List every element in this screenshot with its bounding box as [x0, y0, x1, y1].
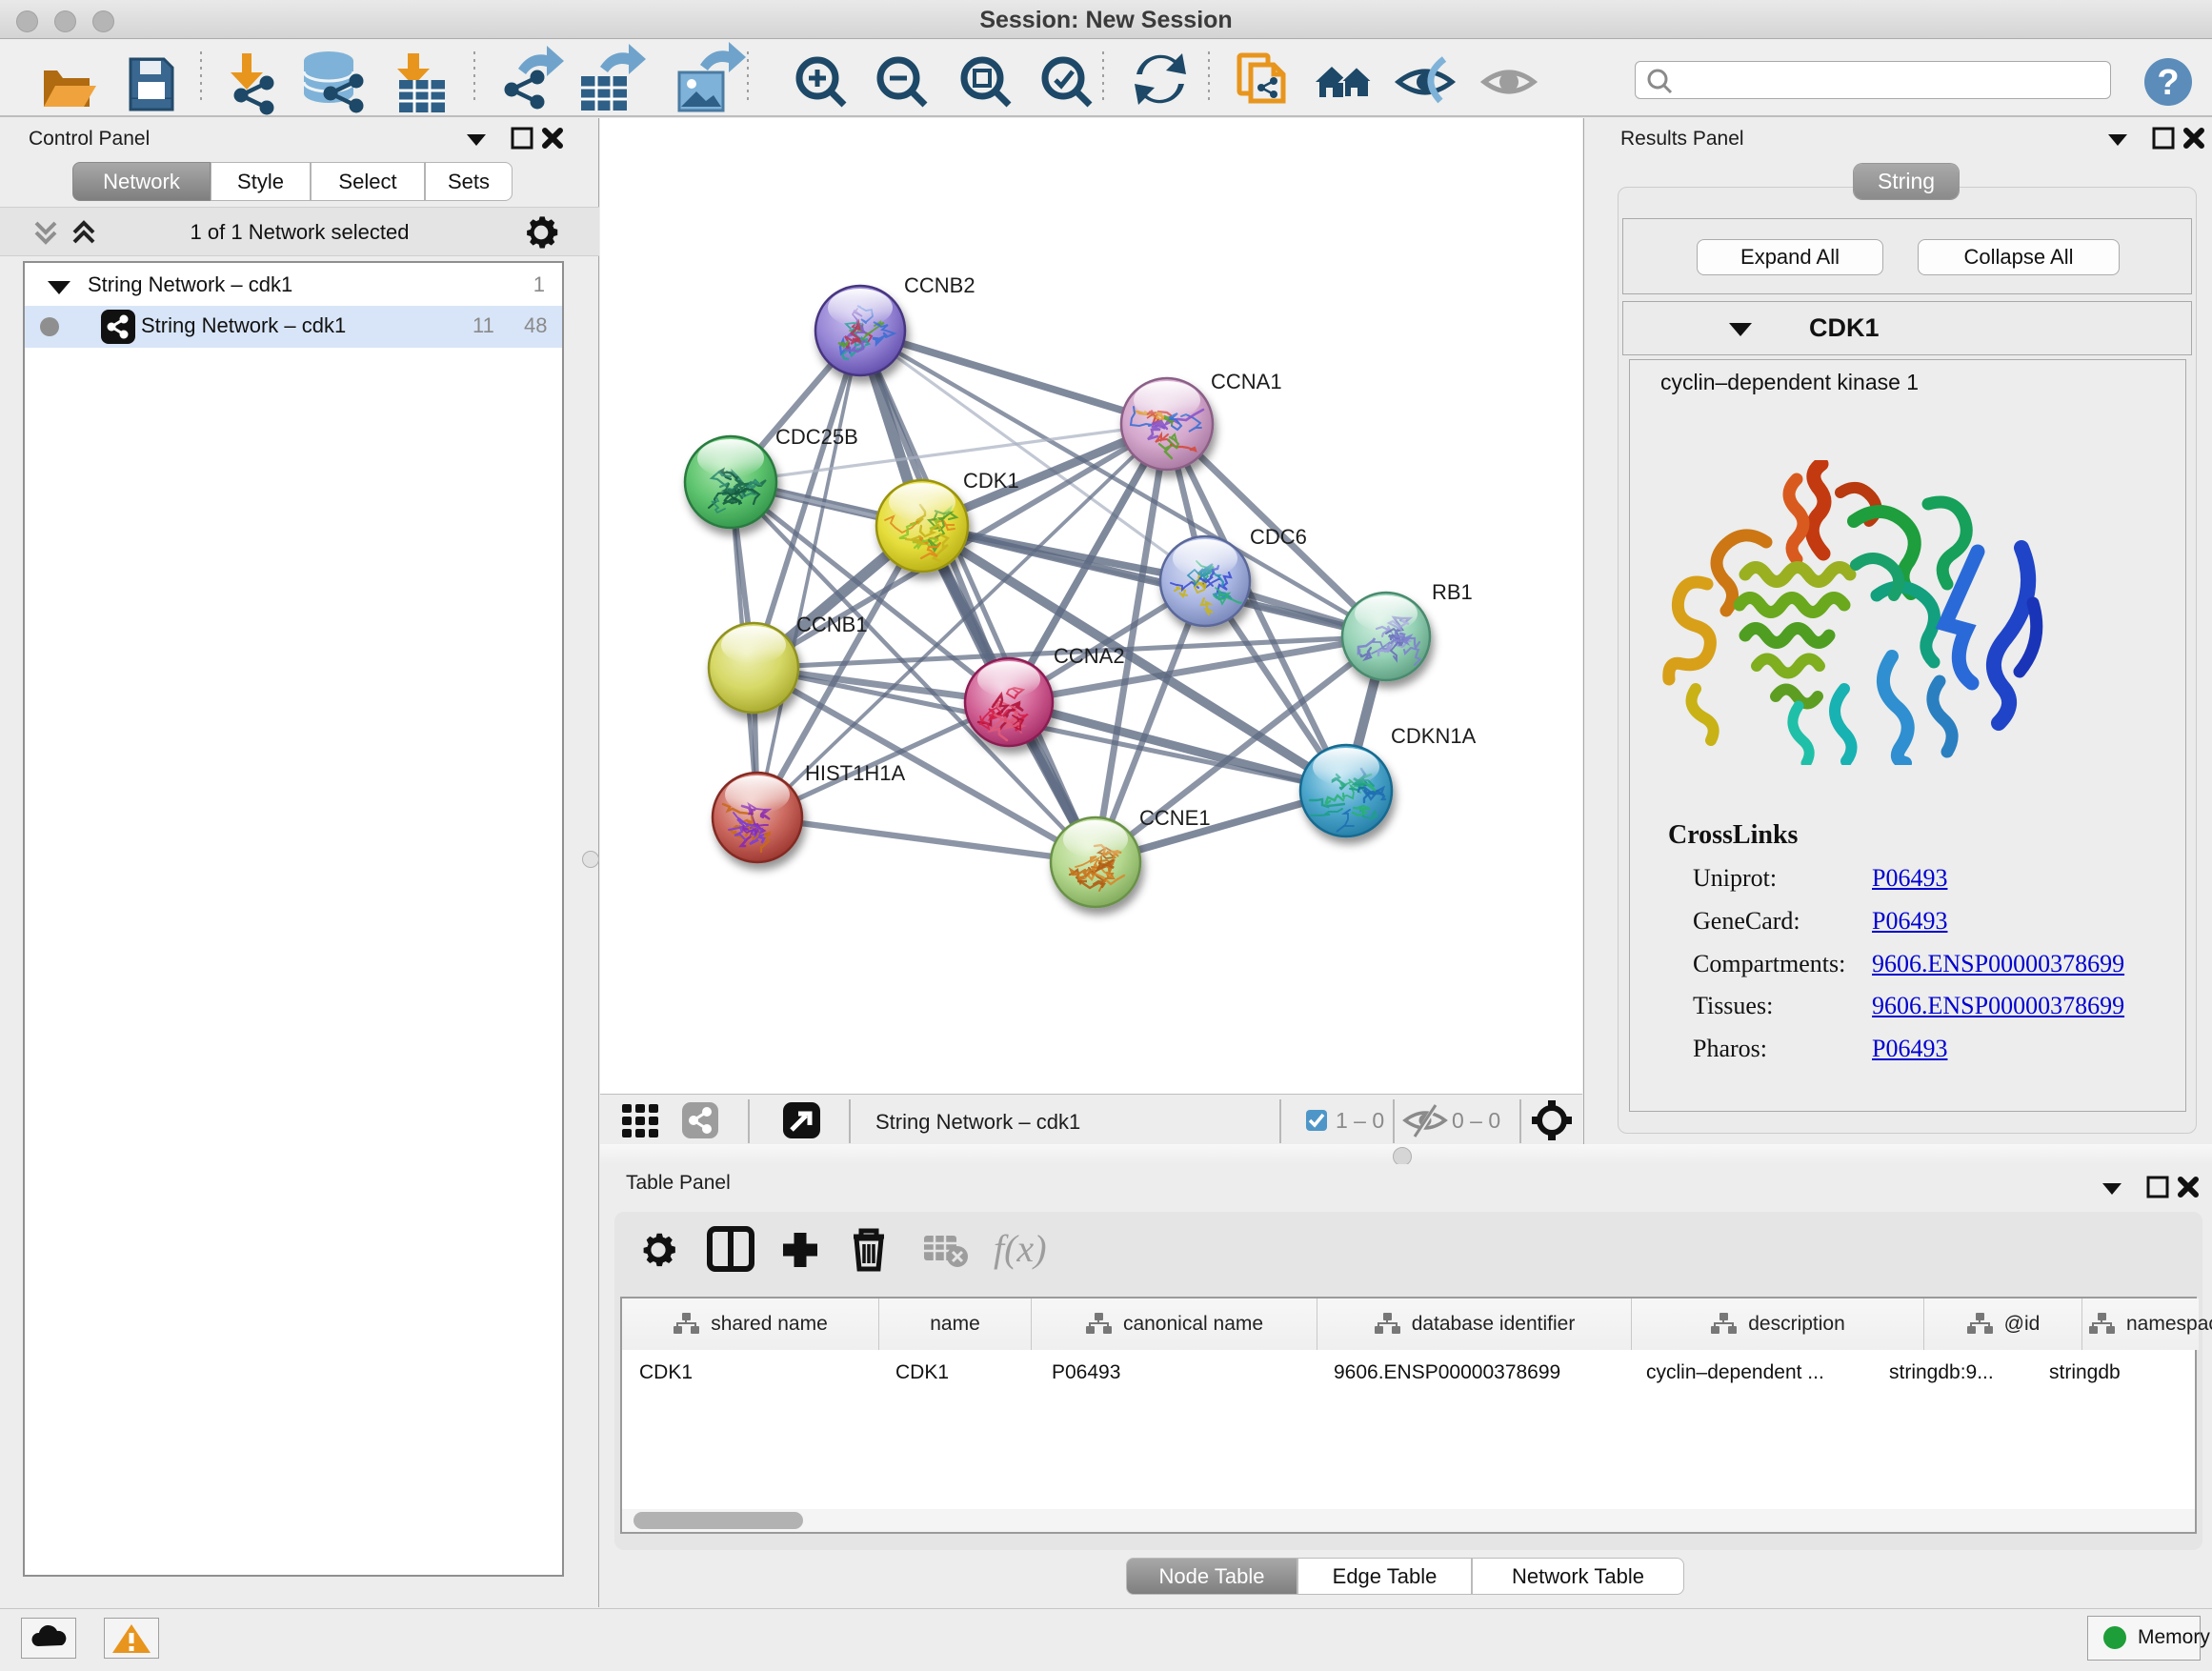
svg-text:CCNB1: CCNB1	[796, 613, 868, 636]
svg-text:f(x): f(x)	[994, 1227, 1047, 1270]
svg-text:String Network – cdk1: String Network – cdk1	[875, 1110, 1080, 1134]
svg-text:CDK1: CDK1	[963, 469, 1019, 493]
svg-text:CCNA2: CCNA2	[1054, 644, 1125, 668]
svg-text:1 – 0: 1 – 0	[1336, 1108, 1384, 1133]
svg-text:CCNA1: CCNA1	[1211, 370, 1282, 393]
svg-text:CDKN1A: CDKN1A	[1391, 724, 1477, 748]
svg-text:CCNE1: CCNE1	[1139, 806, 1211, 830]
svg-text:CDC25B: CDC25B	[775, 425, 858, 449]
svg-text:CCNB2: CCNB2	[904, 273, 975, 297]
svg-text:HIST1H1A: HIST1H1A	[805, 761, 905, 785]
svg-text:0 – 0: 0 – 0	[1452, 1108, 1500, 1133]
svg-text:RB1: RB1	[1432, 580, 1473, 604]
svg-text:?: ?	[2157, 63, 2179, 103]
svg-text:CDC6: CDC6	[1250, 525, 1307, 549]
